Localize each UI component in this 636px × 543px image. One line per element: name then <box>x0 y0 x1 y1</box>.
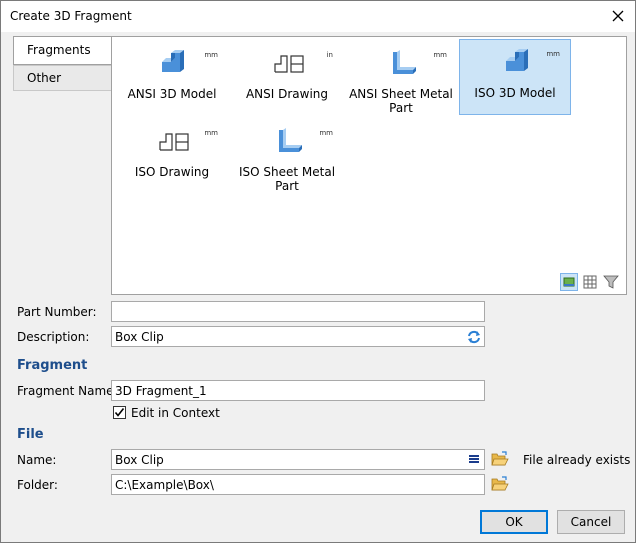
unit-label: mm <box>204 129 218 137</box>
unit-label: mm <box>204 51 218 59</box>
drawing-icon <box>159 133 189 151</box>
unit-label: mm <box>319 129 333 137</box>
dialog-title: Create 3D Fragment <box>10 9 132 23</box>
template-ansi-drawing[interactable]: in ANSI Drawing <box>231 41 343 117</box>
filter-icon[interactable] <box>602 273 620 291</box>
sheet-metal-icon <box>393 50 416 74</box>
template-label: ISO Drawing <box>134 165 210 179</box>
name-label: Name: <box>17 453 57 467</box>
unit-label: mm <box>433 51 447 59</box>
template-label: ANSI Sheet Metal Part <box>349 87 453 115</box>
folder-open-icon[interactable] <box>491 476 509 492</box>
close-icon[interactable] <box>607 5 629 27</box>
list-menu-icon[interactable] <box>468 453 480 465</box>
template-label: ISO Sheet Metal Part <box>238 165 336 193</box>
description-label: Description: <box>17 330 90 344</box>
unit-label: mm <box>546 50 560 58</box>
sheet-metal-icon <box>279 128 302 152</box>
template-iso-drawing[interactable]: mm ISO Drawing <box>116 119 228 195</box>
template-label: ANSI Drawing <box>245 87 329 101</box>
refresh-icon[interactable] <box>466 329 482 345</box>
part-number-label: Part Number: <box>17 305 97 319</box>
part-number-input[interactable] <box>111 301 485 322</box>
tab-other-label: Other <box>27 71 62 85</box>
folder-input[interactable]: C:\Example\Box\ <box>111 474 485 495</box>
tab-other[interactable]: Other <box>13 65 111 91</box>
3d-model-icon <box>506 49 528 71</box>
cancel-button[interactable]: Cancel <box>557 510 625 534</box>
edit-in-context-label: Edit in Context <box>131 406 220 420</box>
ok-button[interactable]: OK <box>480 510 548 534</box>
tab-fragments-label: Fragments <box>27 43 91 57</box>
template-iso-sheet-metal-part[interactable]: mm ISO Sheet Metal Part <box>231 119 343 195</box>
template-label: ANSI 3D Model <box>127 87 217 101</box>
unit-label: in <box>326 51 333 59</box>
large-icons-view-icon[interactable] <box>560 273 578 291</box>
template-ansi-3d-model[interactable]: mm ANSI 3D Model <box>116 41 228 117</box>
fragment-name-label: Fragment Name: <box>17 384 118 398</box>
fragment-section-heading: Fragment <box>17 358 88 373</box>
folder-label: Folder: <box>17 478 58 492</box>
edit-in-context-checkbox[interactable] <box>113 406 126 419</box>
template-label: ISO 3D Model <box>474 86 556 100</box>
checkmark-icon <box>114 408 125 417</box>
drawing-icon <box>274 55 304 73</box>
fragment-name-input[interactable]: 3D Fragment_1 <box>111 380 485 401</box>
view-toggle-group <box>560 273 622 291</box>
file-section-heading: File <box>17 427 44 442</box>
name-input[interactable]: Box Clip <box>111 449 485 470</box>
description-input[interactable]: Box Clip <box>111 326 485 347</box>
description-value: Box Clip <box>115 330 164 344</box>
template-iso-3d-model[interactable]: mm ISO 3D Model <box>459 39 571 115</box>
folder-open-icon[interactable] <box>491 451 509 467</box>
name-value: Box Clip <box>115 453 164 467</box>
title-bar: Create 3D Fragment <box>1 1 635 32</box>
3d-model-icon <box>162 50 184 72</box>
tab-fragments[interactable]: Fragments <box>13 36 111 65</box>
template-ansi-sheet-metal-part[interactable]: mm ANSI Sheet Metal Part <box>345 41 457 117</box>
template-panel: mm ANSI 3D Model in ANSI Drawing mm ANSI… <box>111 36 627 295</box>
grid-view-icon[interactable] <box>581 273 599 291</box>
file-status-text: File already exists <box>523 453 631 467</box>
create-3d-fragment-dialog: Create 3D Fragment Fragments Other mm AN… <box>0 0 636 543</box>
